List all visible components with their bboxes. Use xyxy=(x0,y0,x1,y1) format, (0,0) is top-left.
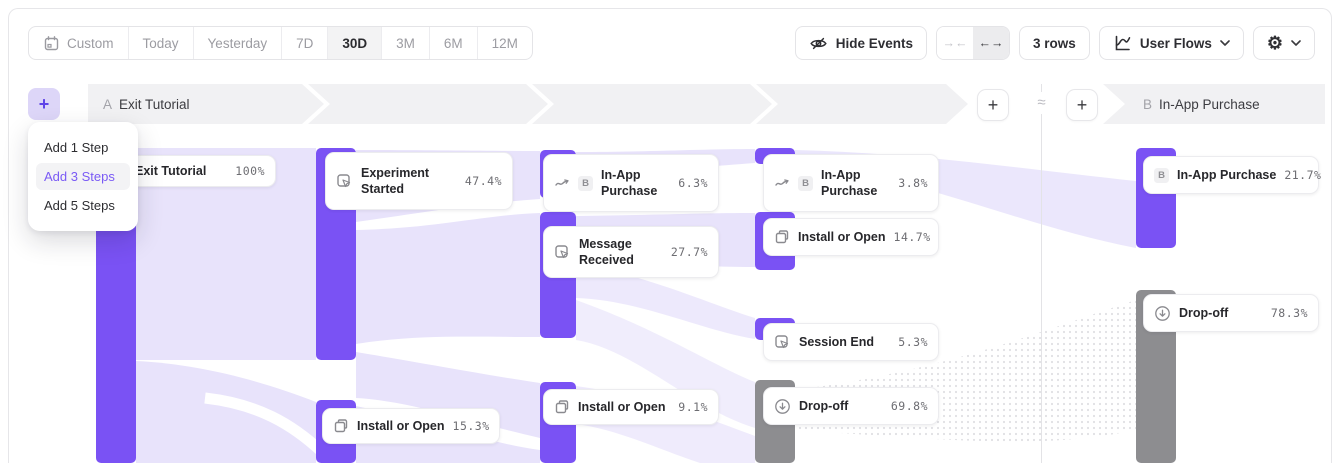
flow-node-install-or-open-step4[interactable]: Install or Open 14.7% xyxy=(763,218,939,256)
node-value: 47.4% xyxy=(465,174,502,188)
flow-node-dropoff-step4[interactable]: Drop-off 69.8% xyxy=(763,387,939,425)
collapse-expand-toggle: →← ←→ xyxy=(936,26,1010,60)
step-header-left[interactable]: A Exit Tutorial xyxy=(103,84,190,124)
revenue-arrow-icon xyxy=(554,175,570,191)
add-step-trigger-button[interactable]: + xyxy=(28,88,60,120)
flow-node-in-app-purchase-step4[interactable]: B In-App Purchase 3.8% xyxy=(763,154,939,212)
date-option-label: 30D xyxy=(342,36,367,51)
gear-icon: ⚙ xyxy=(1267,34,1283,52)
add-step-right-flow-button[interactable]: + xyxy=(1066,89,1098,121)
dropoff-arrow-icon xyxy=(1154,305,1171,322)
node-value: 21.7% xyxy=(1284,168,1321,182)
node-label: Message Received xyxy=(579,236,663,269)
node-value: 5.3% xyxy=(898,335,928,349)
date-option-12m[interactable]: 12M xyxy=(478,27,532,59)
flow-node-message-received[interactable]: Message Received 27.7% xyxy=(543,226,719,278)
node-label: Exit Tutorial xyxy=(135,163,227,179)
node-label: In-App Purchase xyxy=(601,167,670,200)
overlap-squares-icon xyxy=(333,418,349,434)
flow-node-install-or-open-step3[interactable]: Install or Open 9.1% xyxy=(543,389,719,425)
node-label: Drop-off xyxy=(799,398,883,414)
step-label: In-App Purchase xyxy=(1159,97,1260,112)
node-value: 69.8% xyxy=(891,399,928,413)
metric-badge-b: B xyxy=(798,176,813,191)
date-option-7d[interactable]: 7D xyxy=(282,27,328,59)
flow-node-experiment-started[interactable]: Experiment Started 47.4% xyxy=(325,152,513,210)
view-selector-label: User Flows xyxy=(1140,36,1212,51)
overlap-squares-icon xyxy=(554,399,570,415)
node-value: 14.7% xyxy=(894,230,931,244)
menu-item-add-5-steps[interactable]: Add 5 Steps xyxy=(36,192,130,219)
flow-node-in-app-purchase-right[interactable]: B In-App Purchase 21.7% xyxy=(1143,156,1319,194)
node-label: Drop-off xyxy=(1179,305,1263,321)
eye-off-icon xyxy=(809,34,828,53)
chevron-down-icon xyxy=(1291,40,1301,46)
rows-button[interactable]: 3 rows xyxy=(1019,26,1090,60)
approx-separator: ≈ xyxy=(1029,92,1054,114)
node-value: 27.7% xyxy=(671,245,708,259)
event-icon xyxy=(336,173,353,190)
date-range-picker: Custom Today Yesterday 7D 30D 3M 6M 12M xyxy=(28,26,533,60)
flow-node-session-end[interactable]: Session End 5.3% xyxy=(763,323,939,361)
node-label: Session End xyxy=(799,334,890,350)
event-icon xyxy=(774,334,791,351)
revenue-arrow-icon xyxy=(774,175,790,191)
date-option-custom[interactable]: Custom xyxy=(29,27,129,59)
date-option-label: 12M xyxy=(492,36,518,51)
metric-badge-b: B xyxy=(578,176,593,191)
hide-events-label: Hide Events xyxy=(836,36,913,51)
toolbar-right: Hide Events →← ←→ 3 rows User Flows ⚙ xyxy=(795,26,1315,60)
overlap-squares-icon xyxy=(774,229,790,245)
step-header-band xyxy=(88,84,1328,124)
node-label: Install or Open xyxy=(798,229,886,245)
node-label: In-App Purchase xyxy=(1177,167,1276,183)
date-option-label: Yesterday xyxy=(208,36,268,51)
flow-node-install-or-open-step2[interactable]: Install or Open 15.3% xyxy=(322,408,500,444)
date-option-today[interactable]: Today xyxy=(129,27,194,59)
node-value: 3.8% xyxy=(898,176,928,190)
date-option-yesterday[interactable]: Yesterday xyxy=(194,27,283,59)
flow-node-dropoff-right[interactable]: Drop-off 78.3% xyxy=(1143,294,1319,332)
step-label: Exit Tutorial xyxy=(119,97,190,112)
metric-badge-b: B xyxy=(1154,168,1169,183)
flow-chart-icon xyxy=(1113,34,1132,53)
expand-columns-button[interactable]: ←→ xyxy=(973,27,1009,59)
node-value: 15.3% xyxy=(453,419,490,433)
rows-label: 3 rows xyxy=(1033,36,1076,51)
dropoff-arrow-icon xyxy=(774,398,791,415)
event-icon xyxy=(554,244,571,261)
node-value: 9.1% xyxy=(678,400,708,414)
date-option-label: 3M xyxy=(396,36,415,51)
node-label: In-App Purchase xyxy=(821,167,890,200)
node-value: 100% xyxy=(235,164,265,178)
date-option-label: 6M xyxy=(444,36,463,51)
view-selector-button[interactable]: User Flows xyxy=(1099,26,1244,60)
calendar-icon xyxy=(43,35,60,52)
hide-events-button[interactable]: Hide Events xyxy=(795,26,927,60)
node-value: 6.3% xyxy=(678,176,708,190)
date-option-label: Today xyxy=(143,36,179,51)
add-step-menu: Add 1 Step Add 3 Steps Add 5 Steps xyxy=(28,122,138,231)
date-option-label: 7D xyxy=(296,36,313,51)
node-label: Install or Open xyxy=(357,418,445,434)
collapse-columns-button[interactable]: →← xyxy=(937,27,973,59)
flow-divider xyxy=(1041,84,1042,463)
date-option-6m[interactable]: 6M xyxy=(430,27,478,59)
step-badge-b: B xyxy=(1143,97,1152,112)
chevron-down-icon xyxy=(1220,40,1230,46)
node-label: Install or Open xyxy=(578,399,670,415)
date-option-30d[interactable]: 30D xyxy=(328,27,382,59)
date-option-label: Custom xyxy=(67,36,114,51)
node-value: 78.3% xyxy=(1271,306,1308,320)
settings-button[interactable]: ⚙ xyxy=(1253,26,1315,60)
step-header-right[interactable]: B In-App Purchase xyxy=(1143,84,1260,124)
add-step-left-flow-button[interactable]: + xyxy=(977,89,1009,121)
menu-item-add-1-step[interactable]: Add 1 Step xyxy=(36,134,130,161)
date-option-3m[interactable]: 3M xyxy=(382,27,430,59)
step-badge-a: A xyxy=(103,97,112,112)
menu-item-add-3-steps[interactable]: Add 3 Steps xyxy=(36,163,130,190)
flow-node-in-app-purchase-step3[interactable]: B In-App Purchase 6.3% xyxy=(543,154,719,212)
node-label: Experiment Started xyxy=(361,165,457,198)
